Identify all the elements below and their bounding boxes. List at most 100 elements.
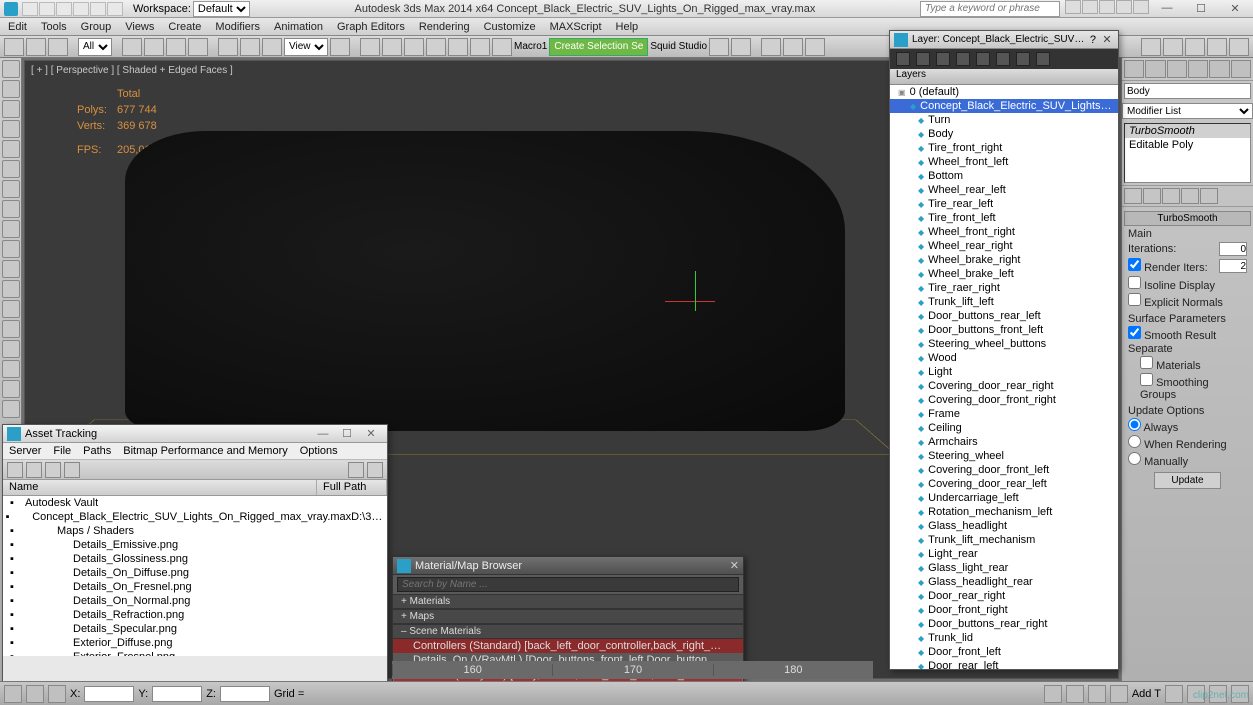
help-icon[interactable] xyxy=(1065,0,1081,14)
ref-coord-system[interactable]: View xyxy=(284,38,328,56)
menu-animation[interactable]: Animation xyxy=(274,21,323,33)
left-tool-btn[interactable] xyxy=(2,220,20,238)
status-btn[interactable] xyxy=(4,685,22,703)
named-selection-input[interactable]: Create Selection Se xyxy=(549,38,648,56)
display-tab[interactable] xyxy=(1209,60,1229,78)
toolbar-btn[interactable] xyxy=(1185,38,1205,56)
asset-row[interactable]: ▪Details_On_Diffuse.png xyxy=(3,566,387,580)
help-search-input[interactable] xyxy=(920,1,1060,17)
left-tool-btn[interactable] xyxy=(2,400,20,418)
toolbar-btn[interactable] xyxy=(761,38,781,56)
left-tool-btn[interactable] xyxy=(2,260,20,278)
asset-row[interactable]: ▪Details_On_Fresnel.png xyxy=(3,580,387,594)
layer-node[interactable]: Wood xyxy=(890,351,1118,365)
play-next-icon[interactable] xyxy=(1088,685,1106,703)
sep-materials-check[interactable] xyxy=(1140,356,1153,369)
iterations-input[interactable] xyxy=(1219,242,1247,256)
layer-node[interactable]: Covering_door_front_left xyxy=(890,463,1118,477)
rollout-turbosmooth[interactable]: TurboSmooth xyxy=(1124,211,1251,226)
update-always-radio[interactable] xyxy=(1128,418,1141,431)
toolbar-btn[interactable] xyxy=(404,38,424,56)
layer-node[interactable]: Tire_front_right xyxy=(890,141,1118,155)
layer-root[interactable]: 0 (default) xyxy=(890,85,1118,99)
selection-filter[interactable]: All xyxy=(78,38,112,56)
toolbar-btn[interactable] xyxy=(492,38,512,56)
stack-btn[interactable] xyxy=(1181,188,1199,204)
col-path[interactable]: Full Path xyxy=(317,480,387,495)
coord-x-input[interactable] xyxy=(84,686,134,702)
left-tool-btn[interactable] xyxy=(2,60,20,78)
layer-node[interactable]: Tire_raer_right xyxy=(890,281,1118,295)
layer-node[interactable]: Steering_wheel_buttons xyxy=(890,337,1118,351)
layer-node[interactable]: Steering_wheel xyxy=(890,449,1118,463)
toolbar-btn[interactable] xyxy=(1229,38,1249,56)
car-model[interactable] xyxy=(125,131,845,431)
close-icon[interactable]: ✕ xyxy=(730,559,739,572)
section-maps[interactable]: + Maps xyxy=(393,609,743,624)
layers-column-header[interactable]: Layers xyxy=(890,69,1118,85)
isoline-check[interactable] xyxy=(1128,276,1141,289)
asset-menu-item[interactable]: Options xyxy=(300,445,338,457)
toolbar-btn[interactable] xyxy=(330,38,350,56)
left-tool-btn[interactable] xyxy=(2,200,20,218)
nav-btn[interactable] xyxy=(1165,685,1183,703)
layers-window[interactable]: Layer: Concept_Black_Electric_SUV_L... ?… xyxy=(889,30,1119,670)
update-manual-radio[interactable] xyxy=(1128,452,1141,465)
close-button[interactable]: ✕ xyxy=(359,427,383,440)
layer-node[interactable]: Bottom xyxy=(890,169,1118,183)
status-btn[interactable] xyxy=(48,685,66,703)
update-render-radio[interactable] xyxy=(1128,435,1141,448)
minimize-button[interactable]: — xyxy=(1153,2,1181,15)
toolbar-btn[interactable] xyxy=(731,38,751,56)
asset-row[interactable]: ▪Exterior_Diffuse.png xyxy=(3,636,387,650)
toolbar-btn[interactable] xyxy=(1141,38,1161,56)
layer-node[interactable]: Wheel_rear_right xyxy=(890,239,1118,253)
asset-tb-btn[interactable] xyxy=(7,462,23,478)
toolbar-btn[interactable] xyxy=(709,38,729,56)
stack-btn[interactable] xyxy=(1162,188,1180,204)
qat-btn[interactable] xyxy=(90,2,106,16)
render-iters-check[interactable] xyxy=(1128,258,1141,271)
toolbar-btn[interactable] xyxy=(166,38,186,56)
close-icon[interactable]: ✕ xyxy=(1100,33,1114,46)
key-icon[interactable] xyxy=(1110,685,1128,703)
layer-node[interactable]: Tire_front_left xyxy=(890,211,1118,225)
layer-node[interactable]: Frame xyxy=(890,407,1118,421)
qat-btn[interactable] xyxy=(107,2,123,16)
layers-tb-btn[interactable] xyxy=(1016,52,1030,66)
status-btn[interactable] xyxy=(26,685,44,703)
asset-tb-btn[interactable] xyxy=(348,462,364,478)
layer-node[interactable]: Light xyxy=(890,365,1118,379)
left-tool-btn[interactable] xyxy=(2,280,20,298)
layers-tb-btn[interactable] xyxy=(996,52,1010,66)
layer-node[interactable]: Door_front_left xyxy=(890,645,1118,659)
left-tool-btn[interactable] xyxy=(2,80,20,98)
transform-gizmo[interactable] xyxy=(665,271,725,331)
toolbar-btn[interactable] xyxy=(26,38,46,56)
asset-row[interactable]: ▪Details_Glossiness.png xyxy=(3,552,387,566)
help-icon[interactable] xyxy=(1116,0,1132,14)
update-button[interactable]: Update xyxy=(1154,472,1220,489)
qat-btn[interactable] xyxy=(73,2,89,16)
menu-help[interactable]: Help xyxy=(616,21,639,33)
left-tool-btn[interactable] xyxy=(2,160,20,178)
layer-node[interactable]: Wheel_front_right xyxy=(890,225,1118,239)
toolbar-btn[interactable] xyxy=(360,38,380,56)
asset-row[interactable]: ▪Details_Refraction.png xyxy=(3,608,387,622)
layers-tb-btn[interactable] xyxy=(896,52,910,66)
left-tool-btn[interactable] xyxy=(2,240,20,258)
asset-tb-btn[interactable] xyxy=(64,462,80,478)
help-icon[interactable] xyxy=(1082,0,1098,14)
asset-row[interactable]: ▪Details_Emissive.png xyxy=(3,538,387,552)
asset-row[interactable]: ▪Concept_Black_Electric_SUV_Lights_On_Ri… xyxy=(3,510,387,524)
close-button[interactable]: ✕ xyxy=(1221,2,1249,15)
asset-menu-item[interactable]: File xyxy=(53,445,71,457)
layer-node[interactable]: Armchairs xyxy=(890,435,1118,449)
left-tool-btn[interactable] xyxy=(2,360,20,378)
left-tool-btn[interactable] xyxy=(2,300,20,318)
menu-create[interactable]: Create xyxy=(168,21,201,33)
workspace-select[interactable]: Default xyxy=(193,1,250,17)
asset-row[interactable]: ▪Exterior_Fresnel.png xyxy=(3,650,387,656)
smooth-result-check[interactable] xyxy=(1128,326,1141,339)
layer-node[interactable]: Trunk_lift_mechanism xyxy=(890,533,1118,547)
